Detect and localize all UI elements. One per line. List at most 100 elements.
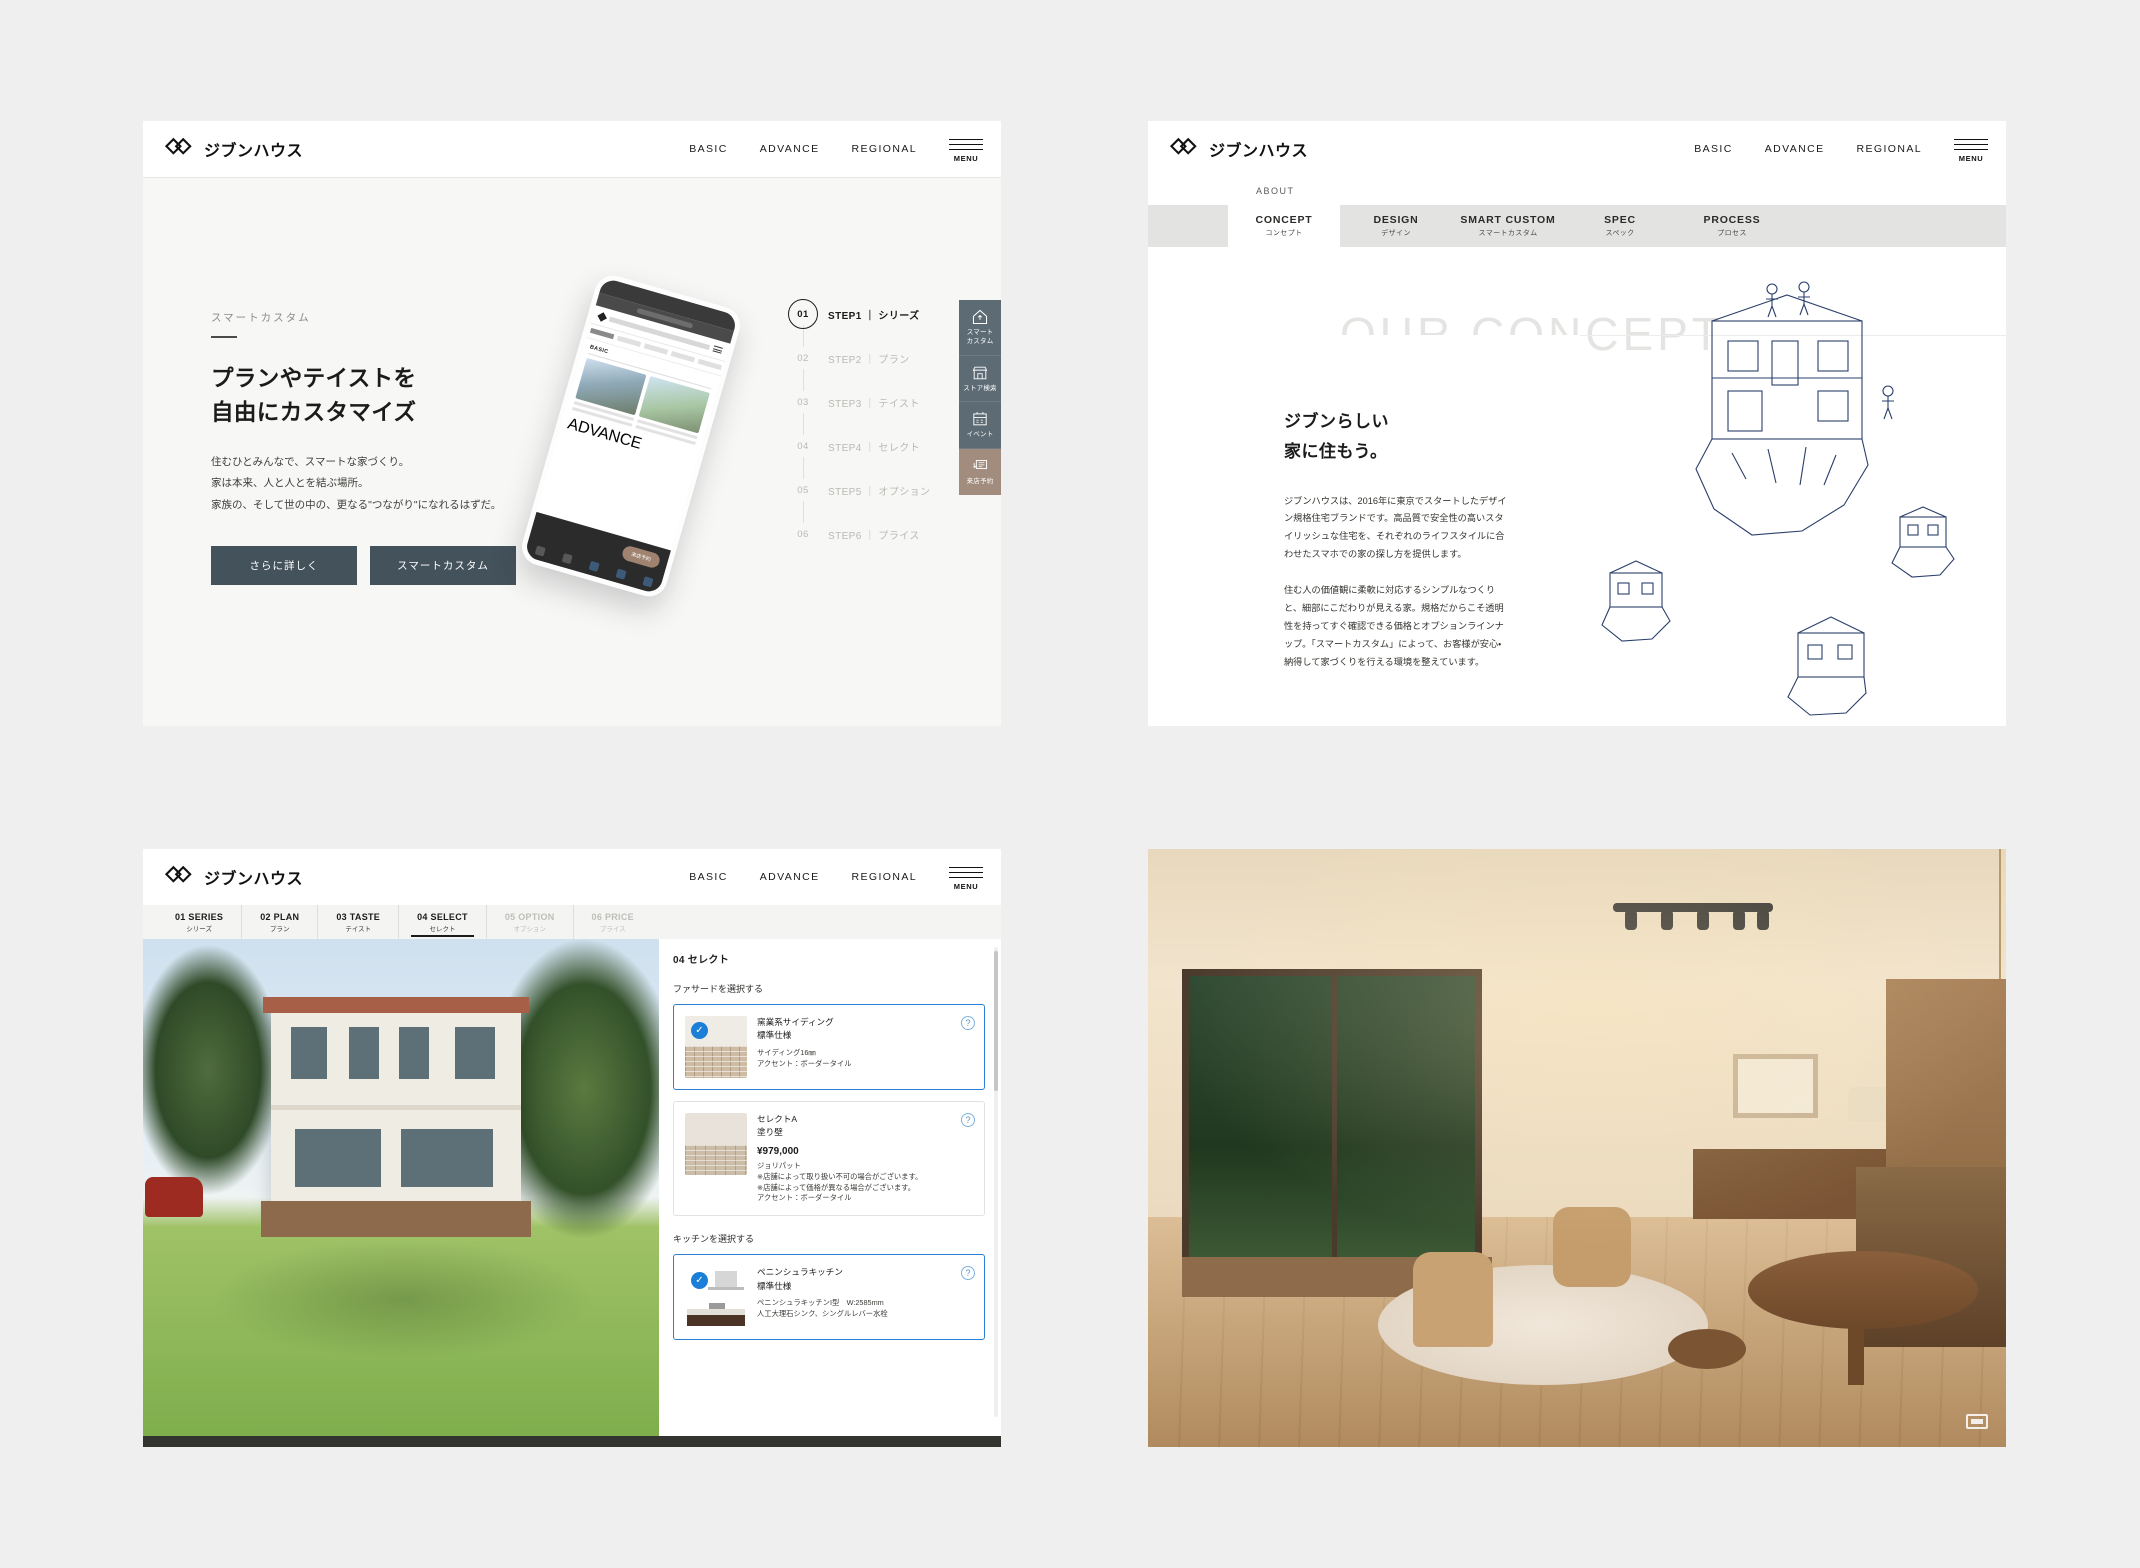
brand-logo[interactable]: ジブンハウス bbox=[165, 135, 303, 163]
tab-label-ja: コンセプト bbox=[1265, 230, 1303, 237]
option-price: ¥979,000 bbox=[757, 1145, 799, 1157]
side-tab-store-reservation[interactable]: 来店予約 bbox=[959, 449, 1001, 495]
tab-process[interactable]: PROCESS プロセス bbox=[1676, 205, 1788, 247]
option-name: セレクトA bbox=[757, 1114, 798, 1124]
menu-button[interactable]: MENU bbox=[1954, 135, 1988, 163]
interior-living-dining-photo bbox=[1148, 849, 2006, 1447]
group-label-facade: ファサードを選択する bbox=[673, 984, 764, 994]
hero-eyebrow: スマートカスタム bbox=[211, 312, 311, 324]
about-subnav: CONCEPT コンセプト DESIGN デザイン SMART CUSTOM ス… bbox=[1148, 205, 2006, 247]
side-tab-label: イベント bbox=[966, 431, 994, 439]
nav-item-basic[interactable]: BASIC bbox=[689, 871, 728, 883]
option-card-select-a[interactable]: セレクトA 塗り壁 ¥979,000 ジョリパット ※店舗によって取り扱い不可の… bbox=[673, 1101, 985, 1217]
concept-heading-line2: 家に住もう。 bbox=[1284, 441, 1388, 461]
step-tab-series[interactable]: 01 SERIES シリーズ bbox=[157, 905, 243, 939]
options-scrollbar[interactable] bbox=[994, 947, 998, 1417]
nav-item-regional[interactable]: REGIONAL bbox=[1857, 143, 1922, 155]
hero-lead-line-3: 家族の、そして世の中の、更なる"つながり"になれるはずだ。 bbox=[211, 498, 502, 511]
brand-logo[interactable]: ジブンハウス bbox=[165, 863, 303, 891]
step-list: 01 STEP1 ｜ シリーズ 02 STEP2 ｜ プラン 03 STEP3 … bbox=[788, 299, 938, 545]
step-label: STEP5 ｜ オプション bbox=[828, 486, 931, 498]
step-item-01[interactable]: 01 STEP1 ｜ シリーズ bbox=[788, 299, 938, 329]
step-tab-taste[interactable]: 03 TASTE テイスト bbox=[318, 905, 400, 939]
phone-hamburger-icon bbox=[712, 344, 723, 355]
diamond-logo-icon bbox=[165, 137, 192, 155]
tab-label-en: SMART CUSTOM bbox=[1460, 214, 1556, 226]
option-note-1: ジョリパット bbox=[757, 1160, 801, 1170]
step-label: STEP2 ｜ プラン bbox=[828, 354, 910, 366]
nav-item-basic[interactable]: BASIC bbox=[689, 143, 728, 155]
step-tab-en: 01 SERIES bbox=[175, 911, 224, 922]
tab-smart-custom[interactable]: SMART CUSTOM スマートカスタム bbox=[1452, 205, 1564, 247]
menu-button[interactable]: MENU bbox=[949, 863, 983, 891]
store-icon bbox=[972, 366, 988, 379]
phone-cta-button[interactable]: 来店予約 bbox=[620, 544, 662, 570]
step-label: STEP6 ｜ プライス bbox=[828, 530, 920, 542]
step-tab-select[interactable]: 04 SELECT セレクト bbox=[399, 905, 487, 939]
option-card-siding[interactable]: ✓ 窯業系サイディング 標準仕様 サイディング16㎜ アクセント：ボーダータイル… bbox=[673, 1004, 985, 1090]
tab-concept[interactable]: CONCEPT コンセプト bbox=[1228, 205, 1340, 247]
tab-spec[interactable]: SPEC スペック bbox=[1564, 205, 1676, 247]
floating-houses-illustration bbox=[1601, 281, 1955, 716]
brand-logo[interactable]: ジブンハウス bbox=[1170, 135, 1308, 163]
nav-item-regional[interactable]: REGIONAL bbox=[852, 143, 917, 155]
step-item-02[interactable]: 02 STEP2 ｜ プラン bbox=[788, 347, 938, 369]
step-tab-plan[interactable]: 02 PLAN プラン bbox=[242, 905, 319, 939]
nav-item-advance[interactable]: ADVANCE bbox=[760, 143, 820, 155]
tab-label-ja: プロセス bbox=[1717, 230, 1747, 237]
calendar-icon bbox=[973, 412, 987, 426]
option-thumbnail: ✓ bbox=[685, 1016, 747, 1078]
global-nav: BASIC ADVANCE REGIONAL MENU bbox=[689, 863, 1001, 891]
step-tab-en: 05 OPTION bbox=[504, 911, 555, 922]
step-tab-en: 04 SELECT bbox=[417, 911, 468, 922]
screenshot-stage: ジブンハウス BASIC ADVANCE REGIONAL MENU スマートカ… bbox=[0, 0, 2140, 1568]
step-item-05[interactable]: 05 STEP5 ｜ オプション bbox=[788, 479, 938, 501]
global-nav: BASIC ADVANCE REGIONAL MENU bbox=[689, 135, 1001, 163]
brand-name: ジブンハウス bbox=[204, 871, 304, 888]
step-item-04[interactable]: 04 STEP4 ｜ セレクト bbox=[788, 435, 938, 457]
concept-text-card: ジブンらしい 家に住もう。 ジブンハウスは、2016年に東京でスタートしたデザイ… bbox=[1148, 335, 1580, 726]
more-details-button[interactable]: さらに詳しく bbox=[211, 546, 357, 586]
step-label: STEP3 ｜ テイスト bbox=[828, 398, 920, 410]
step-number: 04 bbox=[797, 440, 809, 452]
configurator-step-tabs: 01 SERIES シリーズ 02 PLAN プラン 03 TASTE テイスト… bbox=[143, 905, 1001, 939]
tab-design[interactable]: DESIGN デザイン bbox=[1340, 205, 1452, 247]
house-icon bbox=[972, 309, 988, 325]
tab-label-en: DESIGN bbox=[1373, 214, 1419, 226]
site-header: ジブンハウス BASIC ADVANCE REGIONAL MENU bbox=[143, 849, 1001, 905]
tab-label-ja: スマートカスタム bbox=[1478, 230, 1538, 237]
fullscreen-icon[interactable] bbox=[1966, 1414, 1988, 1429]
step-item-03[interactable]: 03 STEP3 ｜ テイスト bbox=[788, 391, 938, 413]
menu-button[interactable]: MENU bbox=[949, 135, 983, 163]
panel-interior-photo bbox=[1148, 849, 2006, 1447]
side-tab-event[interactable]: イベント bbox=[959, 402, 1001, 450]
nav-item-basic[interactable]: BASIC bbox=[1694, 143, 1733, 155]
phone-logo-icon bbox=[597, 311, 608, 322]
house-preview-image[interactable] bbox=[143, 939, 659, 1436]
option-note-1: ペニンシュラキッチンI型 W:2585mm bbox=[757, 1298, 884, 1307]
step-tab-ja: プラン bbox=[270, 925, 290, 933]
step-tab-option[interactable]: 05 OPTION オプション bbox=[487, 905, 574, 939]
option-spec: 塗り壁 bbox=[757, 1127, 783, 1138]
side-tab-store-search[interactable]: ストア検索 bbox=[959, 355, 1001, 403]
panel-about-concept: ジブンハウス BASIC ADVANCE REGIONAL MENU ABOUT… bbox=[1148, 121, 2006, 726]
option-card-peninsula-kitchen[interactable]: ✓ ペニンシュラキッチン 標準仕様 ペニンシュラキッチンI型 W:2585mm … bbox=[673, 1254, 985, 1341]
phone-device: BASIC ADVANCE 来店予約 bbox=[517, 271, 745, 601]
configurator-main: 04 セレクト ファサードを選択する ✓ 窯業系サイディング 標準仕様 サイディ… bbox=[143, 939, 1001, 1436]
question-icon[interactable]: ? bbox=[961, 1113, 975, 1127]
nav-item-regional[interactable]: REGIONAL bbox=[852, 871, 917, 883]
nav-item-advance[interactable]: ADVANCE bbox=[1765, 143, 1825, 155]
scrollbar-thumb[interactable] bbox=[994, 951, 998, 1091]
question-icon[interactable]: ? bbox=[961, 1016, 975, 1030]
step-tab-price[interactable]: 06 PRICE プライス bbox=[574, 905, 652, 939]
nav-item-advance[interactable]: ADVANCE bbox=[760, 871, 820, 883]
concept-heading-line1: ジブンらしい bbox=[1284, 412, 1389, 431]
step-item-06[interactable]: 06 STEP6 ｜ プライス bbox=[788, 523, 938, 545]
panel-smart-custom-hero: ジブンハウス BASIC ADVANCE REGIONAL MENU スマートカ… bbox=[143, 121, 1001, 726]
side-tab-smart-custom[interactable]: スマート カスタム bbox=[959, 300, 1001, 356]
smart-custom-button[interactable]: スマートカスタム bbox=[370, 546, 516, 586]
option-note-4: アクセント：ボーダータイル bbox=[757, 1193, 852, 1203]
concept-body: OUR CONCEPT ジブンらしい 家に住もう。 ジブンハウスは、2016年に… bbox=[1148, 247, 2006, 726]
option-note-2: アクセント：ボーダータイル bbox=[757, 1058, 852, 1068]
hero-buttons: さらに詳しく スマートカスタム bbox=[211, 546, 541, 586]
